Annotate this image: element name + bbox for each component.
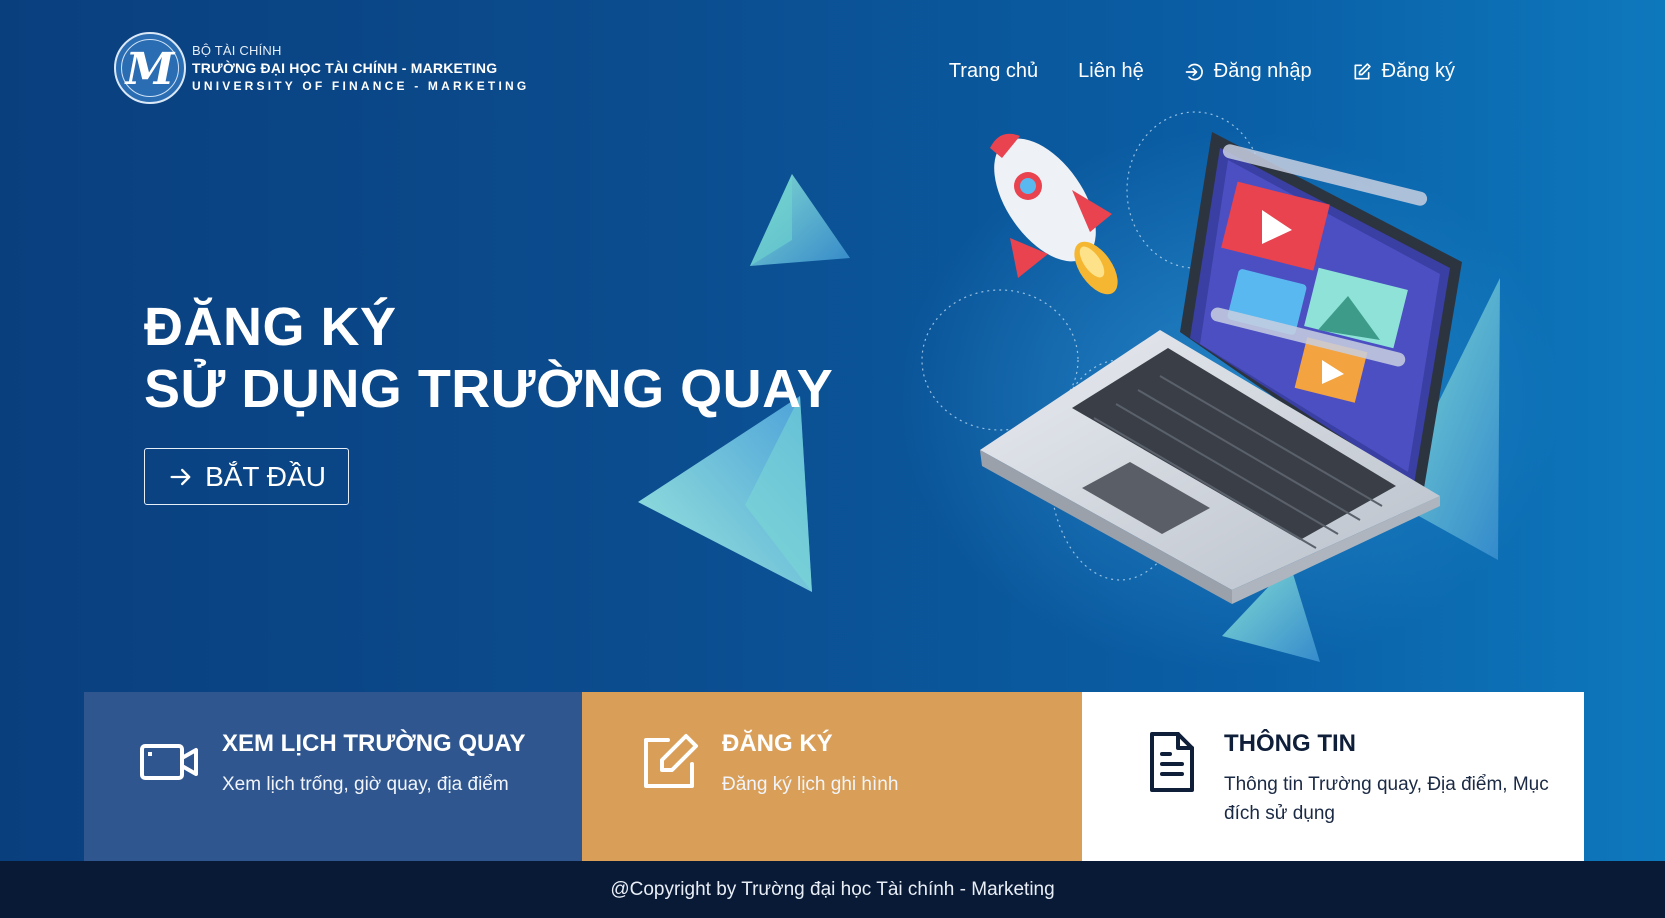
footer: @Copyright by Trường đại học Tài chính -… xyxy=(0,861,1665,918)
hero-title: ĐĂNG KÝ SỬ DỤNG TRƯỜNG QUAY xyxy=(144,296,833,420)
triangle-shape-center xyxy=(638,396,812,592)
arrow-right-icon xyxy=(170,468,191,485)
glow-shape xyxy=(900,130,1560,670)
nav-login-label: Đăng nhập xyxy=(1213,60,1312,82)
login-icon xyxy=(1185,63,1203,80)
triangle-shape-right xyxy=(1390,278,1500,560)
nav-contact-link[interactable]: Liên hệ xyxy=(1078,60,1144,83)
logo-university-vi: TRƯỜNG ĐẠI HỌC TÀI CHÍNH - MARKETING xyxy=(192,60,498,76)
logo-emblem-icon: M xyxy=(114,32,186,104)
logo-text: BỘ TÀI CHÍNH TRƯỜNG ĐẠI HỌC TÀI CHÍNH - … xyxy=(192,44,529,92)
card-view-schedule[interactable]: XEM LỊCH TRƯỜNG QUAY Xem lịch trống, giờ… xyxy=(84,692,582,861)
nav-register-label: Đăng ký xyxy=(1381,60,1455,82)
logo-ministry: BỘ TÀI CHÍNH xyxy=(192,43,282,58)
card-register-desc: Đăng ký lịch ghi hình xyxy=(722,774,899,795)
triangle-shape-bottom xyxy=(1222,564,1320,662)
logo-university-en: UNIVERSITY OF FINANCE - MARKETING xyxy=(192,79,530,93)
edit-icon xyxy=(1354,62,1371,79)
nav-contact-label: Liên hệ xyxy=(1078,60,1144,82)
edit-icon xyxy=(644,734,698,788)
card-information-desc: Thông tin Trường quay, Địa điểm, Mục đíc… xyxy=(1224,774,1549,824)
card-view-schedule-title: XEM LỊCH TRƯỜNG QUAY xyxy=(222,730,526,757)
top-navbar: M BỘ TÀI CHÍNH TRƯỜNG ĐẠI HỌC TÀI CHÍNH … xyxy=(0,0,1665,140)
triangle-shape-top xyxy=(750,174,850,266)
start-button[interactable]: BẮT ĐẦU xyxy=(144,448,349,505)
hero-title-line2: SỬ DỤNG TRƯỜNG QUAY xyxy=(144,359,834,419)
main-nav: Trang chủ Liên hệ Đăng nhập Đăng ký xyxy=(949,60,1455,83)
card-view-schedule-desc: Xem lịch trống, giờ quay, địa điểm xyxy=(222,774,509,795)
card-register-title: ĐĂNG KÝ xyxy=(722,730,833,757)
footer-copyright: @Copyright by Trường đại học Tài chính -… xyxy=(610,878,1055,900)
hero-title-line1: ĐĂNG KÝ xyxy=(144,297,397,357)
dotted-orbit-shape xyxy=(921,111,1264,581)
nav-login-link[interactable]: Đăng nhập xyxy=(1184,60,1312,83)
card-information-title: THÔNG TIN xyxy=(1224,730,1356,757)
nav-home-link[interactable]: Trang chủ xyxy=(949,60,1038,83)
card-information[interactable]: THÔNG TIN Thông tin Trường quay, Địa điể… xyxy=(1082,692,1584,861)
university-logo[interactable]: M BỘ TÀI CHÍNH TRƯỜNG ĐẠI HỌC TÀI CHÍNH … xyxy=(114,32,529,104)
nav-register-link[interactable]: Đăng ký xyxy=(1352,60,1455,83)
start-button-label: BẮT ĐẦU xyxy=(205,460,326,492)
feature-cards: XEM LỊCH TRƯỜNG QUAY Xem lịch trống, giờ… xyxy=(84,692,1584,861)
document-icon xyxy=(1150,732,1194,792)
rocket-illustration xyxy=(990,133,1118,295)
laptop-illustration xyxy=(980,132,1462,604)
video-camera-icon xyxy=(140,744,198,780)
nav-home-label: Trang chủ xyxy=(948,60,1039,82)
card-register[interactable]: ĐĂNG KÝ Đăng ký lịch ghi hình xyxy=(582,692,1082,861)
